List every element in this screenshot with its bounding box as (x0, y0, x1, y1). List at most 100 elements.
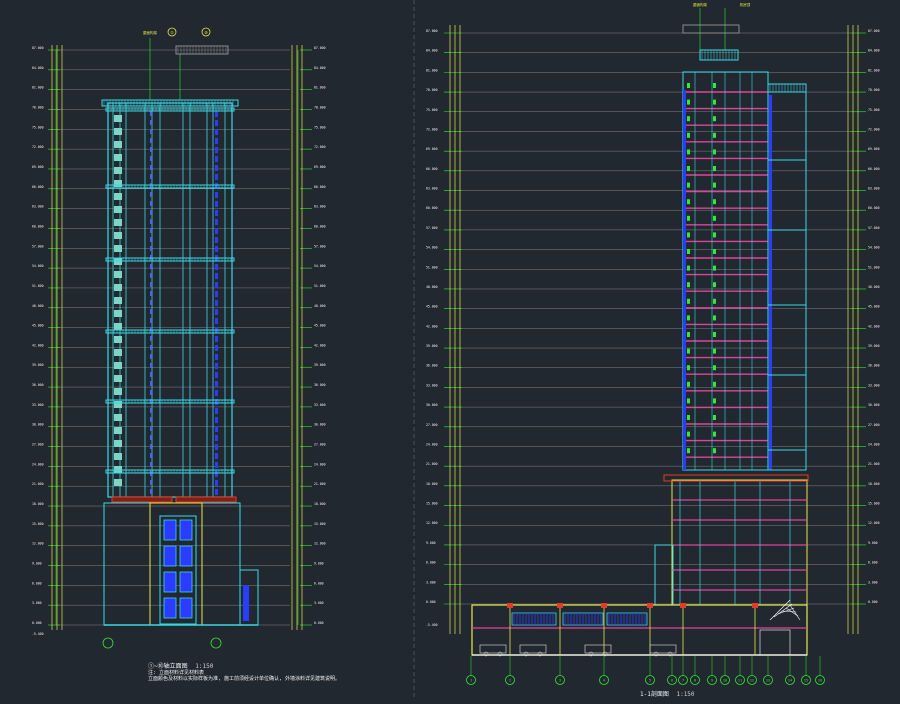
level-label-right: 6.000 (868, 561, 878, 565)
level-label-right: 45.000 (314, 324, 326, 328)
level-label-left: 30.000 (426, 403, 438, 407)
glass-panel (215, 462, 218, 468)
level-label-right: 81.000 (868, 68, 880, 72)
right-top-tags: 屋面构架 机房顶 (693, 2, 751, 7)
level-label-right: 9.000 (314, 562, 324, 566)
level-label-left: 45.000 (32, 324, 44, 328)
window (114, 388, 122, 395)
level-label-right: 36.000 (868, 364, 880, 368)
level-label-right: 18.000 (314, 502, 326, 506)
level-label-right: 51.000 (868, 265, 880, 269)
left-elevation-dimensions: 0.000 0.000 3.000 3.000 6.000 6.000 9.000 9.000… (32, 45, 326, 636)
floor-band (105, 257, 235, 262)
floor-band (105, 469, 235, 474)
level-label-left: 21.000 (426, 462, 438, 466)
glass-panel (215, 174, 218, 180)
car-body (519, 644, 547, 654)
window (114, 401, 122, 408)
slab-marker (687, 348, 690, 354)
level-label-right: 63.000 (314, 205, 326, 209)
glass-panel (215, 120, 218, 126)
glass-panel (215, 147, 218, 153)
level-label-left: 39.000 (32, 363, 44, 367)
level-label-left: 66.000 (32, 185, 44, 189)
slab-marker (713, 398, 716, 404)
grid-bubble-label: 5 (649, 679, 651, 683)
slab-marker (687, 381, 690, 387)
fin-crown (767, 83, 807, 93)
window (114, 219, 122, 226)
glass-panel (215, 156, 218, 162)
level-label-right: 3.000 (868, 580, 878, 584)
grid-bubble-label: 11 (738, 679, 742, 683)
right-elevation-dimensions: 0.000 0.000 3.000 3.000 6.000 6.000 9.000 9.000… (426, 25, 880, 634)
level-label-left: 81.000 (426, 68, 438, 72)
level-label-right: 24.000 (868, 442, 880, 446)
slab-marker (687, 265, 690, 271)
level-label-left: 48.000 (426, 285, 438, 289)
level-label-left: 84.000 (426, 49, 438, 53)
level-label-right: 87.000 (314, 46, 326, 50)
level-label-right: 12.000 (314, 542, 326, 546)
level-label-right: 3.000 (314, 601, 324, 605)
grid-bubble-label: 6 (671, 679, 673, 683)
glass-panel (215, 192, 218, 198)
window (114, 232, 122, 239)
slab-marker (687, 149, 690, 155)
glass-panel (215, 363, 218, 369)
level-label-right: 12.000 (868, 521, 880, 525)
glass-panel (150, 345, 152, 350)
level-label-left: 33.000 (426, 383, 438, 387)
slab-marker (687, 132, 690, 138)
level-label-left: 21.000 (32, 482, 44, 486)
axis-bubble-label: ⑩ (204, 30, 208, 35)
grid-bubble-label: 13 (766, 679, 770, 683)
level-label-right: 60.000 (314, 224, 326, 228)
car-body (649, 644, 677, 654)
level-label-right: 15.000 (868, 502, 880, 506)
window (114, 245, 122, 252)
glass-panel (215, 165, 218, 171)
window (114, 453, 122, 460)
level-label-left: 15.000 (426, 502, 438, 506)
glass-panel (150, 120, 152, 125)
level-label-left: 72.000 (32, 145, 44, 149)
level-label-right: 72.000 (314, 145, 326, 149)
door-panel (179, 519, 193, 541)
level-label-right: 51.000 (314, 284, 326, 288)
cad-viewport[interactable]: 0.000 0.000 3.000 3.000 6.000 6.000 9.000 9.000… (0, 0, 900, 700)
level-label-left: 63.000 (32, 205, 44, 209)
level-label-right: 66.000 (868, 167, 880, 171)
slab-marker (687, 282, 690, 288)
slab-marker (687, 232, 690, 238)
glass-panel (150, 291, 152, 296)
level-label-right: 21.000 (314, 482, 326, 486)
level-label-right: 30.000 (314, 423, 326, 427)
glass-panel (150, 147, 152, 152)
stair-core (759, 629, 791, 656)
glass-panel (150, 210, 152, 215)
level-label-left: 24.000 (426, 442, 438, 446)
left-note-2: 立面颜色及材料以实际样板为准, 施工前须经设计单位确认, 外墙涂料详见建筑说明。 (148, 675, 340, 682)
glass-panel (215, 417, 218, 423)
slab-marker (713, 232, 716, 238)
window (114, 440, 122, 447)
glass-panel (150, 273, 152, 278)
window (114, 193, 122, 200)
glass-panel (150, 129, 152, 134)
window (114, 141, 122, 148)
glass-panel (150, 462, 152, 467)
glass-panel (215, 471, 218, 477)
level-label-right: 0.000 (868, 600, 878, 604)
window (114, 336, 122, 343)
entrance-canopy (654, 544, 674, 606)
level-label-left: 30.000 (32, 423, 44, 427)
slab-marker (713, 448, 716, 454)
basement-level-label: -5.400 (426, 623, 438, 627)
level-label-left: 72.000 (426, 127, 438, 131)
grid-bubble-label: 1 (470, 679, 472, 683)
glass-panel (150, 435, 152, 440)
level-label-left: 84.000 (32, 66, 44, 70)
window (114, 284, 122, 291)
slab-marker (713, 166, 716, 171)
